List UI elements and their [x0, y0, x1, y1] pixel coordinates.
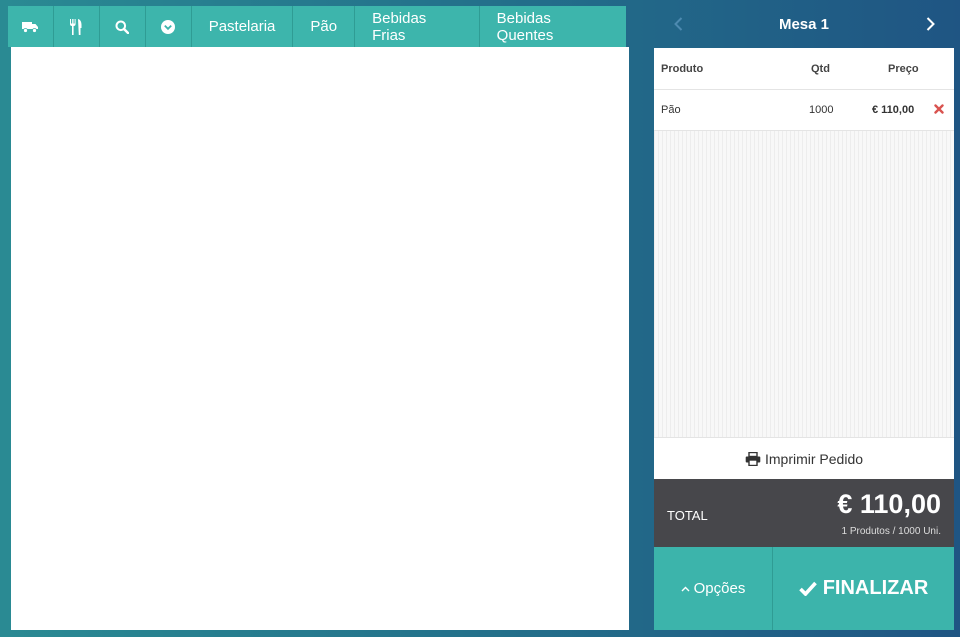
chevron-up-icon	[681, 586, 690, 591]
previous-table-button[interactable]	[668, 14, 688, 34]
category-tab-bebidas-quentes[interactable]: Bebidas Quentes	[479, 6, 627, 47]
search-button[interactable]	[99, 6, 146, 47]
finalize-label: FINALIZAR	[822, 577, 929, 599]
order-title: Mesa 1	[778, 15, 830, 33]
options-button[interactable]: Opções	[654, 547, 773, 630]
chevron-left-icon	[673, 17, 682, 31]
category-tab-pastelaria[interactable]: Pastelaria	[191, 6, 294, 47]
order-header: Mesa 1	[654, 0, 954, 48]
print-order-label: Imprimir Pedido	[764, 450, 864, 467]
dine-in-button[interactable]	[53, 6, 100, 47]
order-total: TOTAL € 110,00 1 Produtos / 1000 Uni.	[654, 479, 954, 547]
options-label: Opções	[693, 580, 746, 597]
utensils-icon	[70, 18, 82, 35]
product-grid	[11, 47, 629, 630]
category-toolbar: Pastelaria Pão Bebidas Frias Bebidas Que…	[8, 6, 627, 47]
table-header: Produto Qtd Preço	[654, 48, 954, 90]
chevron-circle-down-icon	[161, 19, 176, 34]
column-header-preco: Preço	[888, 63, 919, 75]
item-product: Pão	[661, 104, 681, 116]
check-icon	[798, 581, 817, 596]
order-actions: Opções FINALIZAR	[654, 547, 954, 630]
table-row[interactable]: Pão 1000 € 110,00	[654, 90, 954, 131]
column-header-qtd: Qtd	[811, 63, 830, 75]
truck-icon	[21, 21, 38, 33]
total-label: TOTAL	[667, 508, 708, 523]
next-table-button[interactable]	[920, 14, 940, 34]
category-tab-pao[interactable]: Pão	[293, 6, 356, 47]
close-icon	[934, 104, 944, 114]
order-items-table: Produto Qtd Preço Pão 1000 € 110,00	[654, 48, 954, 437]
category-tab-bebidas-frias[interactable]: Bebidas Frias	[355, 6, 480, 47]
item-quantity[interactable]: 1000	[809, 104, 833, 116]
finalize-button[interactable]: FINALIZAR	[773, 547, 954, 630]
order-panel: Mesa 1 Produto Qtd Preço Pão 1000 € 110,…	[654, 0, 954, 637]
printer-icon	[745, 451, 761, 466]
print-order-button[interactable]: Imprimir Pedido	[654, 437, 954, 479]
column-header-produto: Produto	[661, 63, 704, 75]
delivery-button[interactable]	[8, 6, 54, 47]
search-icon	[115, 20, 130, 34]
products-panel: Pastelaria Pão Bebidas Frias Bebidas Que…	[8, 6, 630, 630]
total-value: € 110,00	[837, 489, 941, 519]
more-categories-button[interactable]	[145, 6, 192, 47]
item-price: € 110,00	[872, 104, 915, 116]
total-summary: 1 Produtos / 1000 Uni.	[841, 526, 941, 537]
chevron-right-icon	[926, 17, 935, 31]
remove-item-button[interactable]	[934, 104, 944, 117]
